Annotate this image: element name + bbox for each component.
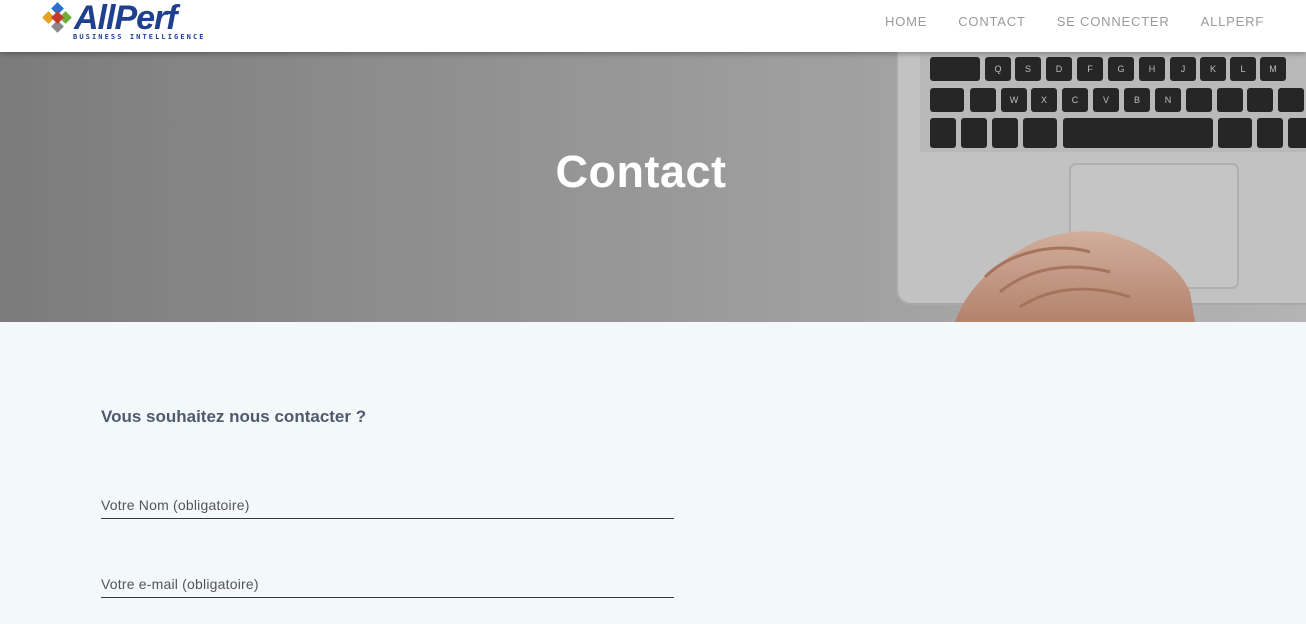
name-input[interactable] [101,489,674,518]
site-header: AllPerf BUSINESS INTELLIGENCE HOME CONTA… [0,0,1306,52]
hero-banner: QSD FGH JKL M WXC VBN Contact [0,52,1306,322]
nav-home[interactable]: HOME [885,14,927,29]
email-field[interactable]: Votre e-mail (obligatoire) [101,568,674,598]
nav-se-connecter[interactable]: SE CONNECTER [1057,14,1170,29]
name-field[interactable]: Votre Nom (obligatoire) [101,489,674,519]
email-input[interactable] [101,568,674,597]
page-title: Contact [555,146,727,198]
contact-section: Vous souhaitez nous contacter ? Votre No… [0,322,1306,624]
logo-tagline: BUSINESS INTELLIGENCE [73,33,206,41]
nav-allperf[interactable]: ALLPERF [1201,14,1264,29]
nav-contact[interactable]: CONTACT [958,14,1025,29]
main-nav: HOME CONTACT SE CONNECTER ALLPERF [854,0,1264,42]
contact-heading: Vous souhaitez nous contacter ? [101,407,367,426]
allperf-logo[interactable]: AllPerf BUSINESS INTELLIGENCE [40,0,210,42]
